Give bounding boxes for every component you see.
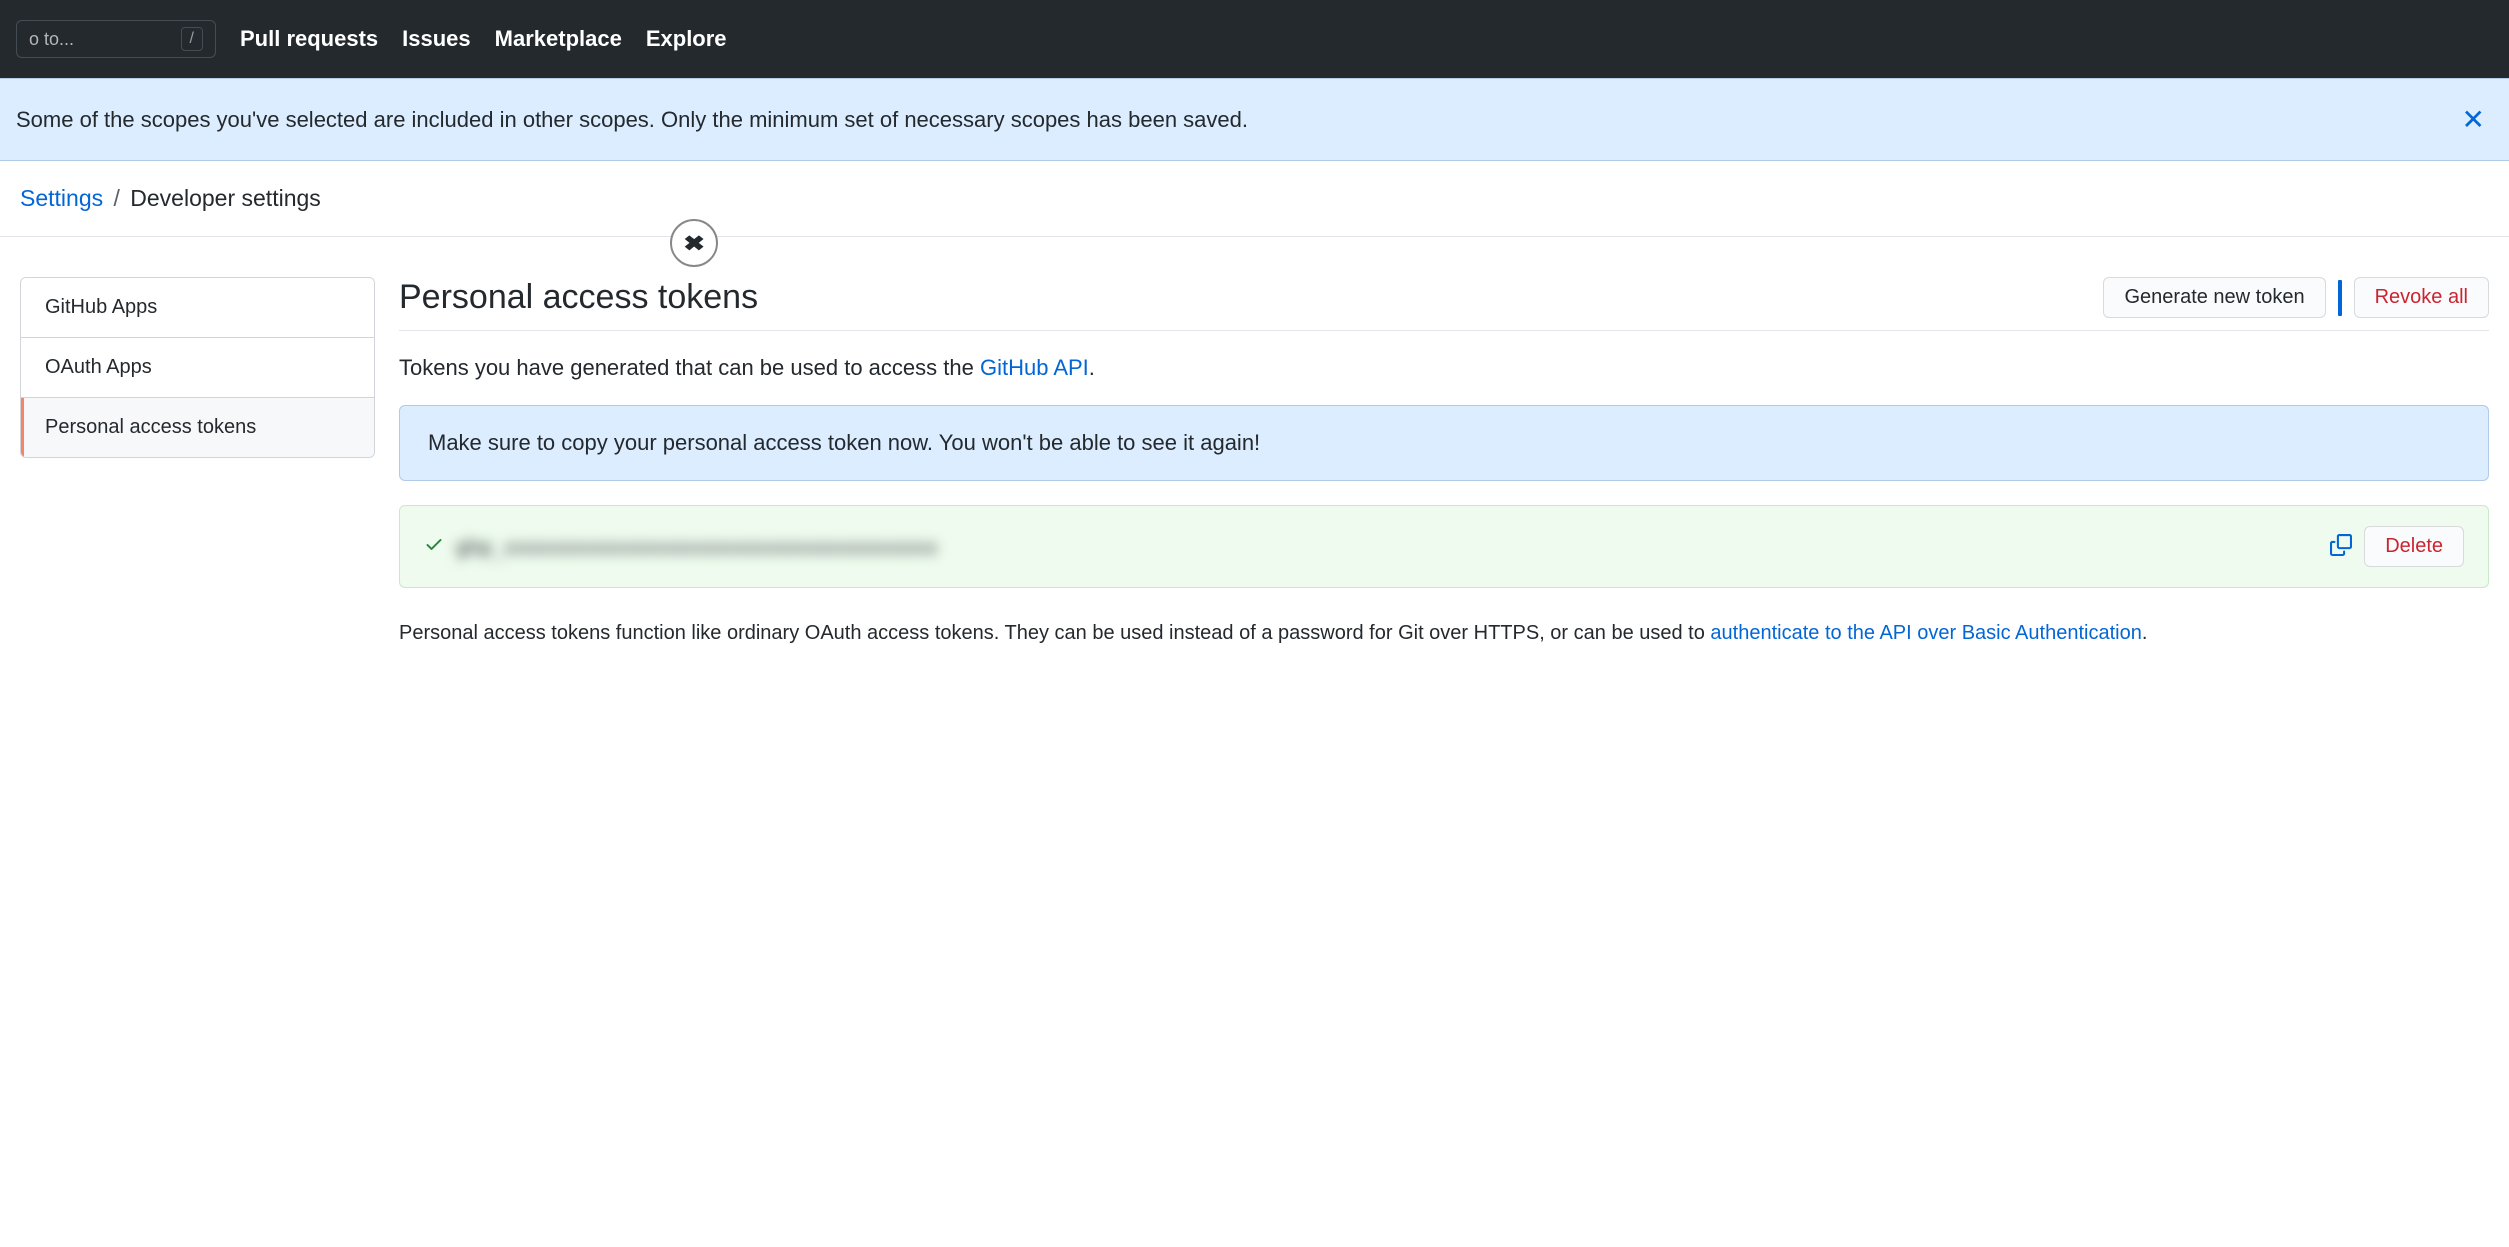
close-icon[interactable]: ✕ [2454,103,2493,136]
sidebar-menu: GitHub Apps OAuth Apps Personal access t… [20,277,375,458]
sidebar: GitHub Apps OAuth Apps Personal access t… [20,277,375,458]
nav-links: Pull requests Issues Marketplace Explore [240,26,727,52]
copy-icon[interactable] [2330,534,2352,559]
top-nav: o to... / Pull requests Issues Marketpla… [0,0,2509,78]
header-actions: Generate new token Revoke all [2103,277,2489,318]
sidebar-item-label: OAuth Apps [45,356,152,378]
breadcrumb-bar: Settings / Developer settings [0,161,2509,237]
delete-button[interactable]: Delete [2364,526,2464,567]
breadcrumb-separator: / [114,185,120,211]
basic-auth-link[interactable]: authenticate to the API over Basic Authe… [1710,622,2141,644]
page-title: Personal access tokens [399,278,758,317]
token-value: ghp_xxxxxxxxxxxxxxxxxxxxxxxxxxxxxxxxxxxx [456,535,2318,559]
footer-text: Personal access tokens function like ord… [399,616,2489,650]
main-content: Personal access tokens Generate new toke… [399,277,2489,650]
intro-suffix: . [1089,355,1095,380]
sidebar-item-label: GitHub Apps [45,296,157,318]
button-separator [2338,280,2342,316]
github-api-link[interactable]: GitHub API [980,355,1089,380]
nav-link-issues[interactable]: Issues [402,26,471,52]
search-placeholder: o to... [29,29,181,50]
search-box[interactable]: o to... / [16,20,216,58]
sidebar-item-oauth-apps[interactable]: OAuth Apps [21,338,374,398]
breadcrumb-current: Developer settings [130,185,321,211]
page-header: Personal access tokens Generate new toke… [399,277,2489,331]
flash-banner: Some of the scopes you've selected are i… [0,78,2509,161]
nav-link-explore[interactable]: Explore [646,26,727,52]
nav-link-marketplace[interactable]: Marketplace [495,26,622,52]
content-wrapper: ✖ GitHub Apps OAuth Apps Personal access… [0,237,2509,690]
intro-prefix: Tokens you have generated that can be us… [399,355,980,380]
token-row: ghp_xxxxxxxxxxxxxxxxxxxxxxxxxxxxxxxxxxxx… [399,505,2489,588]
close-badge-icon[interactable]: ✖ [670,219,718,267]
generate-new-token-button[interactable]: Generate new token [2103,277,2325,318]
slash-key-hint: / [181,27,203,51]
sidebar-item-label: Personal access tokens [45,416,256,438]
sidebar-item-github-apps[interactable]: GitHub Apps [21,278,374,338]
footer-prefix: Personal access tokens function like ord… [399,622,1710,644]
intro-text: Tokens you have generated that can be us… [399,355,2489,381]
breadcrumb-parent[interactable]: Settings [20,185,103,211]
copy-token-warning: Make sure to copy your personal access t… [399,405,2489,481]
revoke-all-button[interactable]: Revoke all [2354,277,2489,318]
nav-link-pull-requests[interactable]: Pull requests [240,26,378,52]
warning-text: Make sure to copy your personal access t… [428,430,1260,455]
sidebar-item-personal-access-tokens[interactable]: Personal access tokens [21,398,374,457]
check-icon [424,534,444,560]
flash-message: Some of the scopes you've selected are i… [16,107,1248,133]
footer-suffix: . [2142,622,2148,644]
breadcrumb: Settings / Developer settings [20,185,2489,212]
